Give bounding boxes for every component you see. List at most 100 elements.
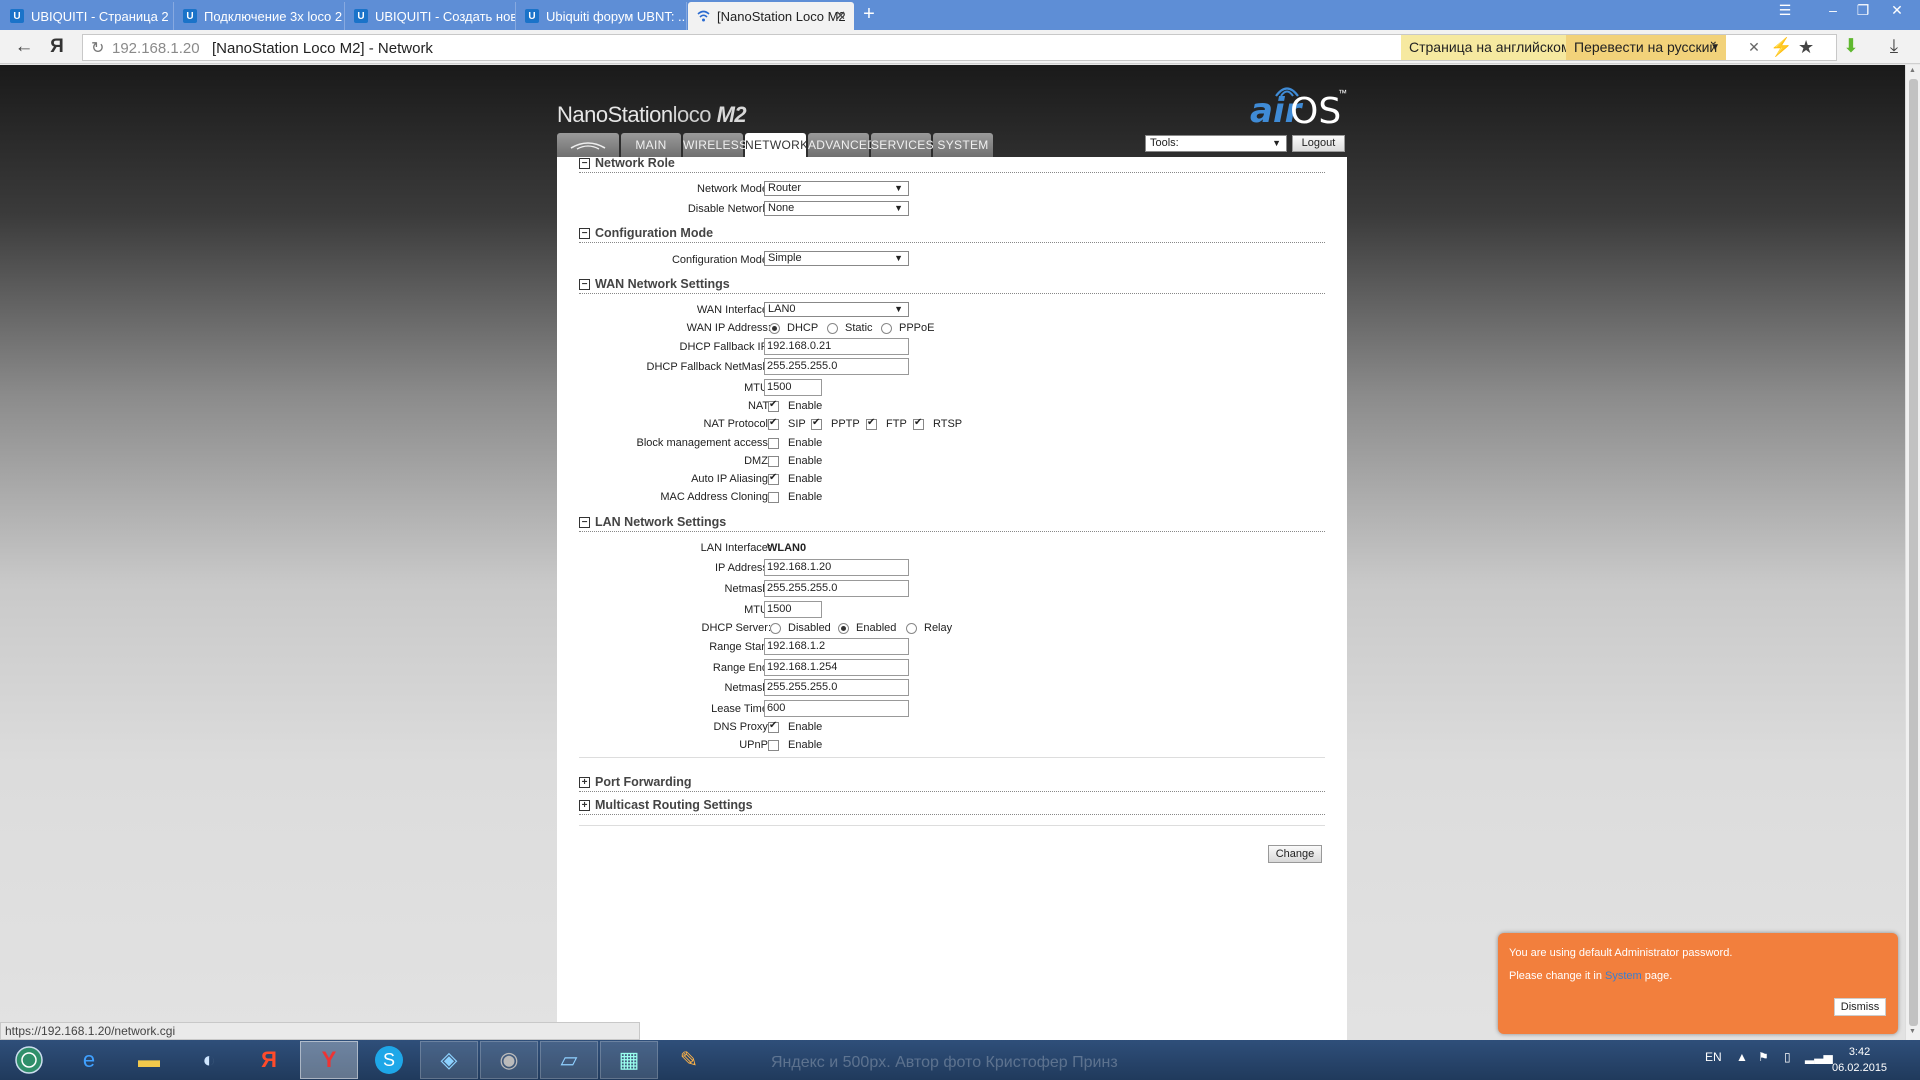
checkbox-checked[interactable] xyxy=(768,417,779,430)
radio[interactable] xyxy=(906,622,917,634)
dhcp-disabled-radio[interactable]: Disabled xyxy=(770,622,831,634)
expand-icon[interactable]: + xyxy=(579,777,590,788)
yandex-browser-icon[interactable]: Я xyxy=(240,1041,298,1079)
checkbox-checked[interactable] xyxy=(768,472,779,485)
media-player-icon[interactable]: ◐ xyxy=(180,1041,238,1079)
mac-cloning-checkbox[interactable]: Enable xyxy=(768,491,822,503)
range-end-input[interactable]: 192.168.1.254 xyxy=(764,659,909,676)
dns-proxy-checkbox[interactable]: Enable xyxy=(768,720,822,733)
checkbox[interactable] xyxy=(768,455,779,467)
change-button[interactable]: Change xyxy=(1268,845,1322,863)
nat-sip-checkbox[interactable]: SIP xyxy=(768,417,806,430)
start-button[interactable] xyxy=(0,1041,58,1079)
checkbox[interactable] xyxy=(768,739,779,751)
nat-rtsp-checkbox[interactable]: RTSP xyxy=(913,417,962,430)
tab-system[interactable]: SYSTEM xyxy=(933,133,993,157)
flag-icon[interactable]: ⚑ xyxy=(1758,1050,1769,1064)
checkbox-checked[interactable] xyxy=(768,720,779,733)
tab-network[interactable]: NETWORK xyxy=(745,133,808,158)
collapse-icon[interactable]: − xyxy=(579,228,590,239)
section-multicast-routing[interactable]: + Multicast Routing Settings xyxy=(579,798,1325,815)
close-window-icon[interactable]: ✕ xyxy=(1882,0,1912,22)
dismiss-button[interactable]: Dismiss xyxy=(1834,998,1886,1016)
wan-mtu-input[interactable]: 1500 xyxy=(764,379,822,396)
back-icon[interactable]: ← xyxy=(13,36,35,58)
file-explorer-icon[interactable]: ▬ xyxy=(120,1041,178,1079)
section-wan-network-settings[interactable]: − WAN Network Settings xyxy=(579,277,1325,294)
wan-ip-dhcp-radio[interactable]: DHCP xyxy=(769,322,818,334)
checkbox-checked[interactable] xyxy=(768,399,779,412)
skype-icon[interactable]: S xyxy=(360,1041,418,1079)
clock[interactable]: 3:42 06.02.2015 xyxy=(1832,1044,1887,1076)
menu-icon[interactable]: ☰ xyxy=(1770,0,1800,22)
minimize-icon[interactable]: – xyxy=(1818,0,1848,22)
remote-desktop-icon[interactable]: ▦ xyxy=(600,1041,658,1079)
checkbox-checked[interactable] xyxy=(866,417,877,430)
dhcp-fallback-ip-input[interactable]: 192.168.0.21 xyxy=(764,338,909,355)
app-icon[interactable]: ◈ xyxy=(420,1041,478,1079)
downloads-icon[interactable]: ⤓ xyxy=(1883,36,1905,58)
section-lan-network-settings[interactable]: − LAN Network Settings xyxy=(579,515,1325,532)
scroll-thumb[interactable] xyxy=(1909,79,1918,1026)
radio[interactable] xyxy=(770,622,781,634)
tab-advanced[interactable]: ADVANCED xyxy=(808,133,876,157)
network-mode-select[interactable]: Router ▼ xyxy=(764,181,909,196)
radio-selected[interactable] xyxy=(838,622,849,634)
internet-explorer-icon[interactable]: e xyxy=(60,1041,118,1079)
tab-ubiquiti-home[interactable] xyxy=(557,133,619,157)
new-tab-button[interactable]: + xyxy=(858,4,880,26)
notepad-icon[interactable]: ▱ xyxy=(540,1041,598,1079)
logout-button[interactable]: Logout xyxy=(1292,135,1345,152)
wan-ip-static-radio[interactable]: Static xyxy=(827,322,873,334)
scroll-up-icon[interactable]: ▲ xyxy=(1909,67,1916,74)
close-translate-icon[interactable]: ✕ xyxy=(1742,35,1766,60)
auto-ip-aliasing-checkbox[interactable]: Enable xyxy=(768,472,822,485)
flash-icon[interactable]: ⚡ xyxy=(1770,37,1792,57)
expand-icon[interactable]: + xyxy=(579,800,590,811)
tray-chevron-icon[interactable]: ▲ xyxy=(1736,1050,1748,1064)
lan-ip-input[interactable]: 192.168.1.20 xyxy=(764,559,909,576)
yandex-y-icon[interactable]: Y xyxy=(300,1041,358,1079)
reload-icon[interactable]: ↻ xyxy=(91,38,104,58)
scroll-down-icon[interactable]: ▼ xyxy=(1909,1028,1916,1035)
bookmark-star-icon[interactable]: ★ xyxy=(1798,37,1814,57)
collapse-icon[interactable]: − xyxy=(579,158,590,169)
nat-ftp-checkbox[interactable]: FTP xyxy=(866,417,907,430)
radio[interactable] xyxy=(827,322,838,334)
translate-button[interactable]: Перевести на русский ▼ xyxy=(1566,35,1726,60)
signal-icon[interactable]: ▂▃▅ xyxy=(1805,1050,1833,1064)
tab-services[interactable]: SERVICES xyxy=(871,133,934,157)
yandex-icon[interactable]: Я xyxy=(46,36,68,58)
radio[interactable] xyxy=(881,322,892,334)
language-indicator[interactable]: EN xyxy=(1705,1050,1722,1064)
maximize-icon[interactable]: ❐ xyxy=(1848,0,1878,22)
lease-time-input[interactable]: 600 xyxy=(764,700,909,717)
paint-icon[interactable]: ✎ xyxy=(660,1041,718,1079)
cd-icon[interactable]: ◉ xyxy=(480,1041,538,1079)
tools-select[interactable]: Tools: ▼ xyxy=(1145,135,1287,152)
dhcp-enabled-radio[interactable]: Enabled xyxy=(838,622,896,634)
section-network-role[interactable]: − Network Role xyxy=(579,156,1325,173)
disable-network-select[interactable]: None ▼ xyxy=(764,201,909,216)
close-tab-icon[interactable]: ✕ xyxy=(835,8,846,24)
dhcp-netmask-input[interactable]: 255.255.255.0 xyxy=(764,679,909,696)
nat-checkbox[interactable]: Enable xyxy=(768,399,822,412)
browser-tab-active[interactable]: [NanoStation Loco M2 ✕ xyxy=(688,2,854,30)
tab-main[interactable]: MAIN xyxy=(621,133,681,157)
upnp-checkbox[interactable]: Enable xyxy=(768,739,822,751)
section-port-forwarding[interactable]: + Port Forwarding xyxy=(579,775,1325,792)
system-page-link[interactable]: System xyxy=(1605,970,1642,982)
browser-tab[interactable]: U Подключение 3х loco 2 xyxy=(175,2,345,30)
checkbox[interactable] xyxy=(768,437,779,449)
browser-tab[interactable]: U Ubiquiti форум UBNT: ... xyxy=(517,2,687,30)
wan-ip-pppoe-radio[interactable]: PPPoE xyxy=(881,322,934,334)
battery-icon[interactable]: ▯ xyxy=(1784,1050,1791,1064)
browser-tab[interactable]: U UBIQUITI - Страница 2 xyxy=(2,2,174,30)
section-configuration-mode[interactable]: − Configuration Mode xyxy=(579,226,1325,243)
checkbox[interactable] xyxy=(768,491,779,503)
download-arrow-icon[interactable]: ⬇ xyxy=(1840,36,1862,58)
range-start-input[interactable]: 192.168.1.2 xyxy=(764,638,909,655)
dmz-checkbox[interactable]: Enable xyxy=(768,455,822,467)
lan-mtu-input[interactable]: 1500 xyxy=(764,601,822,618)
checkbox-checked[interactable] xyxy=(913,417,924,430)
